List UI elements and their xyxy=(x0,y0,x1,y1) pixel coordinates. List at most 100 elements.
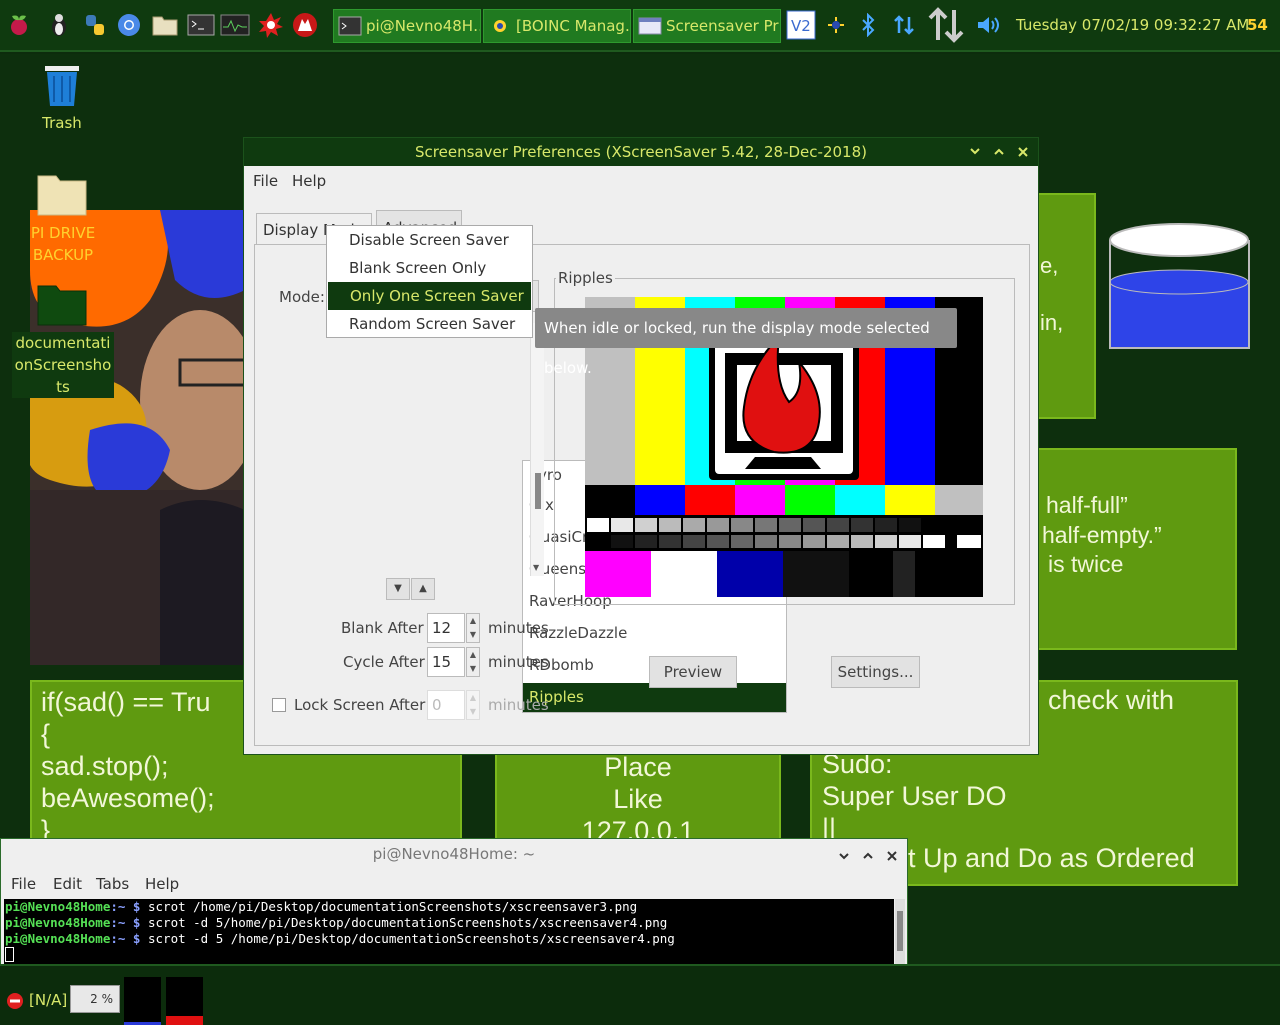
mode-option[interactable]: Random Screen Saver xyxy=(327,310,532,338)
chevron-up-icon[interactable] xyxy=(861,848,875,867)
task-boinc[interactable]: [BOINC Manag… xyxy=(483,9,631,43)
cpu-gauge[interactable] xyxy=(124,977,161,1025)
terminal-menu-edit[interactable]: Edit xyxy=(53,875,82,893)
prompt-user: pi@Nevno48Home xyxy=(5,915,111,930)
chromium-icon[interactable] xyxy=(114,8,144,42)
chevron-up-icon[interactable] xyxy=(992,144,1006,158)
tooltip: When idle or locked, run the display mod… xyxy=(535,308,957,377)
desktop-icon-label: Trash xyxy=(42,114,82,132)
menu-file[interactable]: File xyxy=(253,172,278,190)
glass-drawing xyxy=(1108,222,1251,350)
terminal-menu-tabs[interactable]: Tabs xyxy=(96,875,129,893)
memory-gauge[interactable] xyxy=(166,977,203,1025)
terminal-output[interactable]: pi@Nevno48Home:~ $ scrot /home/pi/Deskto… xyxy=(4,899,894,965)
terminal-titlebar[interactable]: pi@Nevno48Home: ~ xyxy=(1,839,907,869)
desktop-icon-trash[interactable]: Trash xyxy=(30,60,94,136)
wallpaper-text: e, xyxy=(1040,253,1059,278)
folder-icon xyxy=(37,172,87,220)
terminal-menu-file[interactable]: File xyxy=(11,875,36,893)
penguin-icon[interactable] xyxy=(44,8,74,42)
close-icon[interactable] xyxy=(1016,144,1030,158)
updown-icon[interactable] xyxy=(926,7,966,43)
minutes-label: minutes xyxy=(488,619,549,637)
task-screensaver[interactable]: Screensaver Pr… xyxy=(633,9,781,43)
task-label: Screensaver Pr… xyxy=(666,17,781,35)
lock-after-input[interactable]: 0 xyxy=(427,690,465,720)
minutes-label: minutes xyxy=(488,653,549,671)
top-panel: pi@Nevno48H… [BOINC Manag… Screensaver P… xyxy=(0,0,1280,52)
status-text[interactable]: [N/A] xyxy=(29,991,67,1009)
file-manager-icon[interactable] xyxy=(150,8,180,42)
wallpaper-text: if(sad() == Tru xyxy=(41,687,211,717)
wallpaper-text: beAwesome(); xyxy=(41,783,215,813)
terminal-menu-help[interactable]: Help xyxy=(145,875,179,893)
boinc-tray-icon[interactable] xyxy=(824,8,848,42)
task-label: [BOINC Manag… xyxy=(516,17,631,35)
cycle-after-stepper[interactable]: ▲ ▼ xyxy=(466,647,480,677)
preview-frame-label: Ripples xyxy=(556,269,615,287)
wallpaper-box-place: Place Like 127.0.0.1 xyxy=(495,745,781,850)
window-titlebar[interactable]: Screensaver Preferences (XScreenSaver 5.… xyxy=(244,138,1038,166)
python-icon[interactable] xyxy=(80,8,110,42)
lock-screen-checkbox[interactable] xyxy=(272,698,286,712)
terminal-icon[interactable] xyxy=(186,8,216,42)
lock-screen-label: Lock Screen After xyxy=(294,696,426,714)
desktop-icon-pi-drive-backup[interactable]: PI DRIVE BACKUP xyxy=(28,172,98,268)
blank-after-input[interactable]: 12 xyxy=(427,613,465,643)
wallpaper-photo xyxy=(30,210,245,665)
folder-icon xyxy=(37,282,87,330)
clock[interactable]: Tuesday 07/02/19 09:32:27 AM xyxy=(1016,16,1249,34)
list-scrollbar[interactable]: ▼ xyxy=(530,323,544,576)
mode-option-selected[interactable]: Only One Screen Saver xyxy=(328,282,531,310)
desktop-icon-documentation-screenshots[interactable]: documentationScreenshots xyxy=(12,282,114,398)
wallpaper-text: in, xyxy=(1040,310,1064,335)
scrollbar-thumb[interactable] xyxy=(535,473,541,509)
preview-button[interactable]: Preview xyxy=(649,656,737,688)
wallpaper-text: t Up and Do as Ordered xyxy=(908,843,1195,873)
bluetooth-icon[interactable] xyxy=(856,8,880,42)
network-icon[interactable] xyxy=(890,8,918,42)
wallpaper-text: Place xyxy=(604,752,672,782)
boinc-icon xyxy=(488,15,512,37)
mode-option[interactable]: Blank Screen Only xyxy=(327,254,532,282)
task-terminal[interactable]: pi@Nevno48H… xyxy=(333,9,481,43)
volume-icon[interactable] xyxy=(974,8,1004,42)
percent-gauge[interactable]: 2 % xyxy=(70,985,120,1013)
terminal-scrollbar[interactable] xyxy=(895,899,905,965)
vnc-icon[interactable]: V2 xyxy=(786,8,816,42)
wallpaper-text: Like xyxy=(613,784,663,814)
list-item[interactable]: RazzleDazzle xyxy=(523,619,786,651)
wallpaper-text: check with xyxy=(1048,685,1175,715)
cycle-after-input[interactable]: 15 xyxy=(427,647,465,677)
command: scrot -d 5 /home/pi/Desktop/documentatio… xyxy=(148,931,675,946)
trash-icon xyxy=(41,60,83,112)
blank-after-stepper[interactable]: ▲ ▼ xyxy=(466,613,480,643)
move-down-button[interactable]: ▼ xyxy=(386,578,410,600)
close-icon[interactable] xyxy=(885,848,899,867)
system-monitor-icon[interactable] xyxy=(220,8,250,42)
chevron-down-icon[interactable] xyxy=(968,144,982,158)
scrollbar-thumb[interactable] xyxy=(897,911,903,951)
settings-button[interactable]: Settings... xyxy=(831,656,920,688)
prompt-user: pi@Nevno48Home xyxy=(5,899,111,914)
raspberry-menu-icon[interactable] xyxy=(4,8,34,42)
terminal-line: pi@Nevno48Home:~ $ scrot -d 5/home/pi/De… xyxy=(5,915,894,931)
terminal-window: pi@Nevno48Home: ~ File Edit Tabs Help pi… xyxy=(0,838,908,966)
no-entry-icon xyxy=(6,992,24,1014)
scroll-down-icon[interactable]: ▼ xyxy=(533,563,539,572)
menu-help[interactable]: Help xyxy=(292,172,326,190)
terminal-cursor xyxy=(5,947,14,962)
window-icon xyxy=(638,15,662,37)
mode-option[interactable]: Disable Screen Saver xyxy=(327,226,532,254)
cycle-after-label: Cycle After xyxy=(343,653,425,671)
wolf-icon[interactable] xyxy=(290,8,320,42)
wallpaper-text: half-full” xyxy=(1046,492,1128,518)
cpu-usage[interactable]: 54 xyxy=(1247,16,1268,34)
mode-dropdown-menu[interactable]: Disable Screen Saver Blank Screen Only O… xyxy=(326,225,533,338)
lock-after-stepper[interactable]: ▲ ▼ xyxy=(466,690,480,720)
prompt-user: pi@Nevno48Home xyxy=(5,931,111,946)
burst-icon[interactable] xyxy=(256,8,286,42)
chevron-down-icon[interactable] xyxy=(837,848,851,867)
command: scrot -d 5/home/pi/Desktop/documentation… xyxy=(148,915,668,930)
move-up-button[interactable]: ▲ xyxy=(411,578,435,600)
